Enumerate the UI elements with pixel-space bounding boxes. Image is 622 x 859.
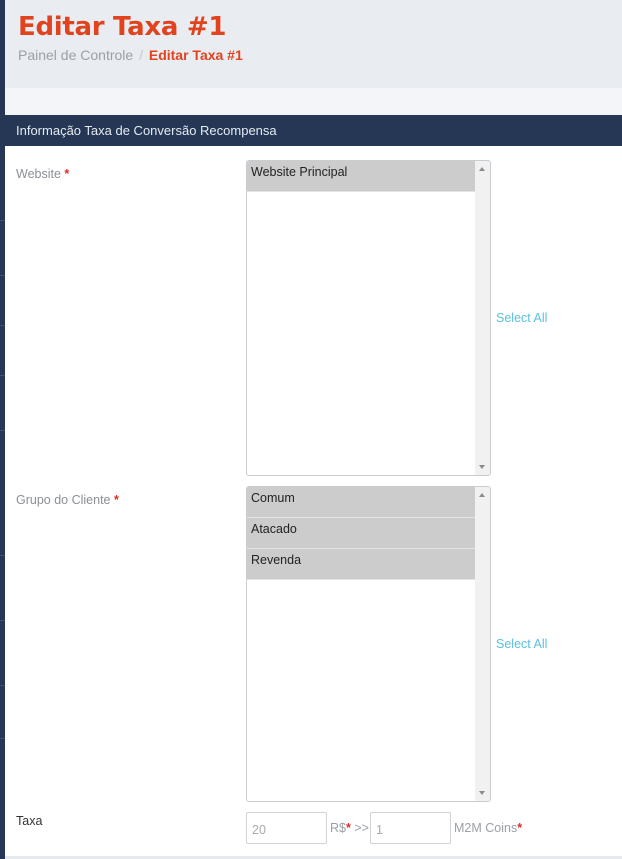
required-marker: * — [345, 821, 351, 835]
scroll-down-icon[interactable] — [479, 791, 485, 795]
breadcrumb-home-link[interactable]: Painel de Controle — [18, 47, 133, 63]
sidebar-divider — [0, 620, 5, 621]
conversion-arrow: >> — [354, 821, 369, 835]
customer-group-label: Grupo do Cliente * — [16, 493, 119, 507]
customer-group-option[interactable]: Atacado — [247, 518, 476, 549]
sidebar-divider — [0, 738, 5, 739]
website-label: Website * — [16, 167, 69, 181]
coins-label: M2M Coins* — [454, 821, 522, 835]
sidebar-divider — [0, 220, 5, 221]
website-scrollbar[interactable] — [475, 161, 490, 475]
customer-group-label-text: Grupo do Cliente — [16, 493, 111, 507]
sidebar-divider — [0, 325, 5, 326]
breadcrumb-separator: / — [139, 47, 143, 63]
customer-group-option[interactable]: Revenda — [247, 549, 476, 580]
website-option[interactable]: Website Principal — [247, 161, 476, 192]
customer-group-multiselect[interactable]: Comum Atacado Revenda — [246, 486, 491, 802]
customer-group-option[interactable]: Comum — [247, 487, 476, 518]
sidebar-divider — [0, 275, 5, 276]
sidebar-divider — [0, 430, 5, 431]
breadcrumb-current: Editar Taxa #1 — [148, 47, 243, 63]
section-header: Informação Taxa de Conversão Recompensa — [5, 115, 622, 146]
scroll-up-icon[interactable] — [479, 493, 485, 497]
required-marker: * — [64, 167, 70, 181]
sidebar-divider — [0, 375, 5, 376]
scroll-up-icon[interactable] — [479, 167, 485, 171]
website-multiselect[interactable]: Website Principal — [246, 160, 491, 476]
page-title: Editar Taxa #1 — [18, 12, 227, 42]
rate-points-input[interactable] — [246, 812, 327, 844]
scroll-down-icon[interactable] — [479, 465, 485, 469]
sidebar-divider — [0, 555, 5, 556]
coins-text: M2M Coins — [454, 821, 518, 835]
rate-coins-input[interactable] — [370, 812, 451, 844]
sidebar-divider — [0, 685, 5, 686]
currency-label: R$* >> — [330, 821, 369, 835]
website-label-text: Website — [16, 167, 61, 181]
website-select-all-link[interactable]: Select All — [496, 311, 547, 325]
rate-label: Taxa — [16, 814, 43, 828]
page-header: Editar Taxa #1 Painel de Controle / Edit… — [5, 0, 622, 88]
customer-group-select-all-link[interactable]: Select All — [496, 637, 547, 651]
currency-text: R$ — [330, 821, 346, 835]
breadcrumb: Painel de Controle / Editar Taxa #1 — [18, 47, 243, 63]
required-marker: * — [517, 821, 523, 835]
header-spacer — [5, 88, 622, 115]
customer-group-scrollbar[interactable] — [475, 487, 490, 801]
required-marker: * — [114, 493, 119, 507]
